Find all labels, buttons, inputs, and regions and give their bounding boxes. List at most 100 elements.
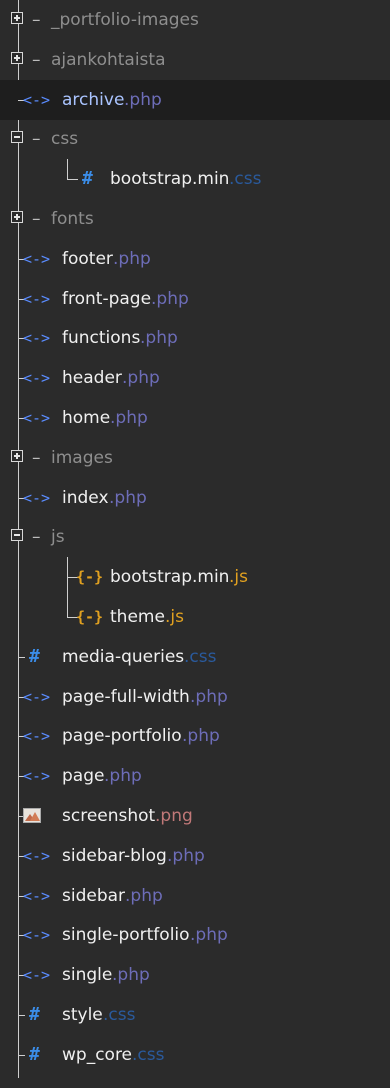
file-name: home: [62, 408, 111, 428]
file-name: index: [62, 487, 109, 508]
folder-name: css: [51, 129, 79, 150]
file-name: style: [62, 1005, 103, 1025]
tree-file-page-portfolio-php[interactable]: <-> page-portfolio .php: [0, 716, 390, 756]
file-extension: .php: [151, 288, 189, 309]
tree-file-home-php[interactable]: <-> home .php: [0, 398, 390, 438]
file-name: screenshot: [62, 806, 156, 826]
folder-dash: –: [32, 49, 41, 70]
folder-name: images: [51, 447, 113, 468]
tree-connector-line: [18, 1054, 25, 1056]
file-extension: .php: [190, 686, 228, 707]
image-file-icon: [23, 808, 41, 823]
tree-file-header-php[interactable]: <-> header .php: [0, 358, 390, 398]
tree-file-style-css[interactable]: # style .css: [0, 995, 390, 1035]
folder-name: js: [51, 527, 65, 548]
folder-name: fonts: [51, 209, 94, 229]
collapse-icon[interactable]: [11, 529, 23, 542]
php-file-icon: <->: [23, 926, 51, 945]
file-name: page-portfolio: [62, 726, 182, 747]
file-name: theme: [110, 607, 165, 627]
tree-file-screenshot-png[interactable]: screenshot .png: [0, 796, 390, 836]
php-file-icon: <->: [23, 329, 51, 348]
file-name: functions: [62, 328, 141, 349]
file-name: single-portfolio: [62, 925, 190, 946]
tree-file-bootstrap-min-js-nested[interactable]: {-} bootstrap.min .js: [0, 557, 390, 597]
tree-file-single-portfolio-php[interactable]: <-> single-portfolio .php: [0, 915, 390, 955]
php-file-icon: <->: [23, 886, 51, 905]
tree-file-single-php[interactable]: <-> single .php: [0, 955, 390, 995]
file-extension: .php: [122, 368, 160, 389]
file-name: media-queries: [62, 646, 185, 667]
file-extension: .php: [190, 925, 228, 946]
tree-folder-js[interactable]: – js: [0, 517, 390, 557]
tree-folder-fonts[interactable]: – fonts: [0, 199, 390, 239]
file-extension: .php: [124, 89, 162, 110]
file-extension: .css: [132, 1044, 165, 1065]
tree-file-front-page-php[interactable]: <-> front-page .php: [0, 279, 390, 319]
file-name: page: [62, 766, 105, 787]
file-name: sidebar-blog: [62, 845, 167, 866]
tree-file-archive-php[interactable]: <-> archive .php: [0, 79, 390, 120]
file-name: bootstrap.min: [110, 567, 230, 588]
file-name: archive: [62, 89, 125, 110]
tree-folder-images[interactable]: – images: [0, 438, 390, 478]
folder-dash: –: [32, 129, 41, 150]
file-extension: .php: [167, 845, 205, 866]
js-file-icon: {-}: [76, 568, 104, 587]
tree-file-sidebar-php[interactable]: <-> sidebar .php: [0, 876, 390, 916]
php-file-icon: <->: [23, 727, 51, 746]
php-file-icon: <->: [23, 369, 51, 388]
file-extension: .js: [165, 607, 184, 627]
file-extension: .css: [229, 169, 262, 190]
tree-connector-line: [18, 1015, 25, 1016]
file-extension: .css: [184, 646, 217, 667]
tree-file-theme-js-nested[interactable]: {-} theme .js: [0, 597, 390, 637]
file-name: bootstrap.min: [110, 169, 230, 190]
file-extension: .png: [155, 806, 193, 826]
tree-file-media-queries-css[interactable]: # media-queries .css: [0, 637, 390, 677]
expand-icon[interactable]: [11, 211, 23, 223]
file-name: header: [62, 368, 122, 389]
tree-file-bootstrap-min-css-nested[interactable]: # bootstrap.min .css: [0, 159, 390, 199]
file-name: single: [62, 965, 113, 986]
collapse-icon[interactable]: [11, 131, 23, 144]
folder-dash: –: [32, 527, 41, 548]
file-extension: .css: [103, 1005, 136, 1025]
php-file-icon: <->: [23, 687, 51, 706]
tree-file-page-php[interactable]: <-> page .php: [0, 756, 390, 796]
expand-icon[interactable]: [11, 51, 23, 64]
file-name: wp_core: [62, 1044, 133, 1065]
file-extension: .php: [182, 726, 220, 747]
tree-connector-line: [18, 656, 25, 658]
file-name: sidebar: [62, 885, 126, 906]
tree-file-page-full-width-php[interactable]: <-> page-full-width .php: [0, 677, 390, 717]
folder-dash: –: [32, 209, 41, 229]
folder-name: _portfolio-images: [51, 10, 199, 30]
file-name: page-full-width: [62, 686, 190, 707]
tree-subtrunk-line: [67, 557, 68, 617]
css-file-icon: #: [29, 645, 40, 667]
tree-folder-portfolio-images[interactable]: – _portfolio-images: [0, 0, 390, 40]
tree-file-footer-php[interactable]: <-> footer .php: [0, 239, 390, 279]
tree-folder-ajankohtaista[interactable]: – ajankohtaista: [0, 40, 390, 80]
expand-icon[interactable]: [11, 12, 23, 24]
tree-file-functions-php[interactable]: <-> functions .php: [0, 318, 390, 358]
css-file-icon: #: [82, 168, 93, 190]
file-extension: .js: [229, 567, 248, 588]
css-file-icon: #: [29, 1043, 40, 1065]
tree-folder-css[interactable]: – css: [0, 119, 390, 159]
file-tree: – _portfolio-images – ajankohtaista <-> archi…: [0, 0, 390, 1088]
tree-file-sidebar-blog-php[interactable]: <-> sidebar-blog .php: [0, 836, 390, 876]
php-file-icon: <->: [23, 488, 51, 507]
file-extension: .php: [125, 885, 163, 906]
file-extension: .php: [110, 408, 148, 428]
tree-file-wp-core-css[interactable]: # wp_core .css: [0, 1035, 390, 1075]
php-file-icon: <->: [23, 90, 51, 109]
php-file-icon: <->: [23, 767, 51, 786]
php-file-icon: <->: [23, 846, 51, 865]
expand-icon[interactable]: [11, 449, 23, 462]
folder-name: ajankohtaista: [51, 49, 166, 70]
php-file-icon: <->: [23, 289, 51, 308]
tree-file-index-php[interactable]: <-> index .php: [0, 478, 390, 518]
tree-connector-line: [67, 179, 78, 181]
